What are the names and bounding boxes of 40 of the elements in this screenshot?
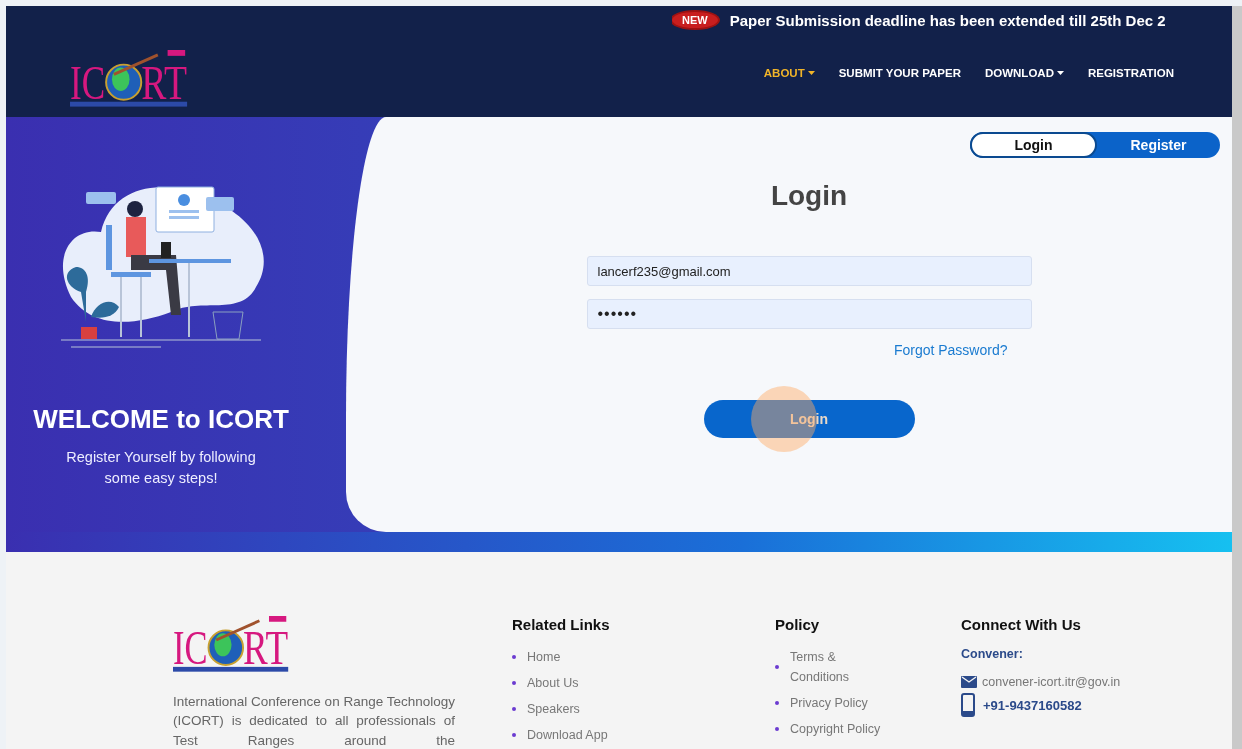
envelope-icon xyxy=(961,676,977,688)
email-field[interactable]: lancerf235@gmail.com xyxy=(586,256,1032,286)
footer-link[interactable]: Privacy Policy xyxy=(790,693,868,713)
announcement-text: Paper Submission deadline has been extended till 25th Dec 2 xyxy=(729,11,1166,29)
bullet-icon xyxy=(775,665,779,669)
auth-tab[interactable]: Login xyxy=(970,132,1097,158)
column-title: Related Links xyxy=(512,616,611,633)
footer-link[interactable]: Copyright Policy xyxy=(790,719,881,739)
scrollbar[interactable] xyxy=(1232,6,1242,749)
footer-link[interactable]: Home xyxy=(527,647,561,667)
welcome-subtitle: Register Yourself by following some easy steps! xyxy=(65,448,257,488)
bullet-icon xyxy=(512,655,516,659)
footer-link[interactable]: About Us xyxy=(527,673,579,693)
email-link[interactable]: convener-icort.itr@gov.in xyxy=(982,675,1121,689)
bullet-icon xyxy=(512,733,516,737)
nav-link[interactable]: REGISTRATION xyxy=(1087,67,1174,79)
password-field[interactable]: •••••• xyxy=(586,299,1032,329)
bullet-icon xyxy=(775,701,779,705)
column-title: Connect With Us xyxy=(961,616,1082,633)
bullet-icon xyxy=(512,707,516,711)
welcome-heading: WELCOME to ICORT xyxy=(33,404,289,435)
phone-link[interactable]: +91-9437160582 xyxy=(983,697,1082,713)
nav-link[interactable]: DOWNLOAD xyxy=(984,67,1064,79)
nav-link[interactable]: SUBMIT YOUR PAPER xyxy=(838,67,961,79)
convener-label: Convener: xyxy=(961,647,1024,661)
phone-icon xyxy=(961,693,975,717)
column-title: Policy xyxy=(775,616,821,633)
bullet-icon xyxy=(775,727,779,731)
footer-link[interactable]: Terms & Conditions xyxy=(790,647,894,687)
footer-link[interactable]: Speakers xyxy=(527,699,580,719)
auth-tab[interactable]: Register xyxy=(1097,132,1220,158)
icort-logo: IC RT xyxy=(70,50,192,109)
nav-link[interactable]: ABOUT xyxy=(763,67,815,79)
about-text: International Conference on Range Technology (ICORT) is dedicated to all professionals of Test Ranges around the xyxy=(173,692,455,749)
footer-link[interactable]: Download App xyxy=(527,725,608,745)
bullet-icon xyxy=(512,681,516,685)
forgot-password-link[interactable]: Forgot Password? xyxy=(893,342,1008,358)
icort-logo: IC RT xyxy=(173,616,293,674)
new-badge: NEW xyxy=(672,12,718,28)
form-title: Login xyxy=(770,180,848,212)
